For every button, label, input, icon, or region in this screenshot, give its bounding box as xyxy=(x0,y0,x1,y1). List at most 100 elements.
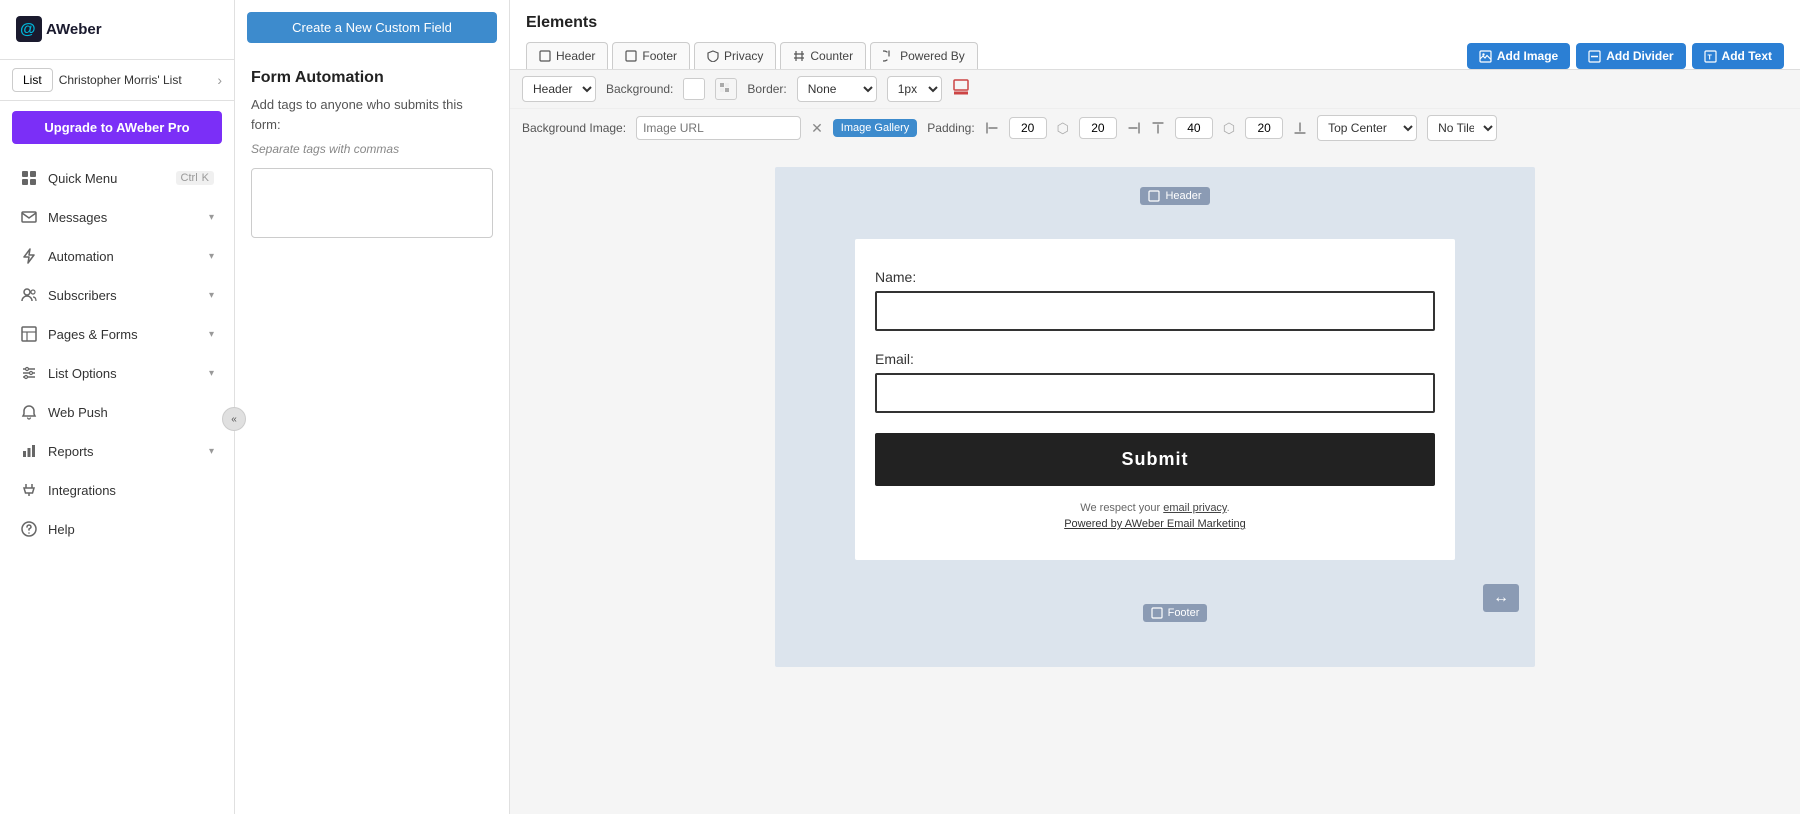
name-field-input[interactable] xyxy=(875,291,1435,331)
list-name: Christopher Morris' List xyxy=(59,73,212,87)
shield-icon xyxy=(707,50,719,62)
sidebar-item-label: Messages xyxy=(48,210,107,225)
form-automation-title: Form Automation xyxy=(235,53,509,95)
padding-left-input[interactable]: 20 xyxy=(1009,117,1047,139)
elements-tabs: Header Footer Privacy Counter xyxy=(526,42,978,69)
border-width-selector[interactable]: 1px xyxy=(887,76,942,102)
quick-menu-badge: CtrlK xyxy=(176,171,214,185)
list-button[interactable]: List xyxy=(12,68,53,92)
sidebar-item-web-push[interactable]: Web Push xyxy=(4,393,230,431)
form-canvas-container: Header Name: Email: Submit xyxy=(510,147,1800,814)
sidebar-item-pages-forms[interactable]: Pages & Forms ▾ xyxy=(4,315,230,353)
padding-right-icon xyxy=(1127,121,1141,135)
form-automation-note: Separate tags with commas xyxy=(235,142,509,168)
grid-icon xyxy=(20,169,38,187)
header-label[interactable]: Header xyxy=(1140,187,1209,205)
square-small-icon xyxy=(1151,607,1163,619)
border-color-button[interactable] xyxy=(952,78,970,101)
powered-by-link[interactable]: Powered by AWeber Email Marketing xyxy=(1064,518,1246,530)
tab-privacy[interactable]: Privacy xyxy=(694,42,776,69)
tab-footer[interactable]: Footer xyxy=(612,42,690,69)
background-image-label: Background Image: xyxy=(522,121,626,135)
list-selector[interactable]: List Christopher Morris' List › xyxy=(0,60,234,101)
sidebar-item-label: List Options xyxy=(48,366,117,381)
border-style-selector[interactable]: None xyxy=(797,76,877,102)
padding-left-icon xyxy=(985,121,999,135)
footer-block: Footer ↔ xyxy=(775,570,1535,626)
background-color-swatch[interactable] xyxy=(683,78,705,100)
tab-header[interactable]: Header xyxy=(526,42,608,69)
tile-selector[interactable]: No Tile xyxy=(1427,115,1497,141)
email-label: Email: xyxy=(875,351,1435,367)
resize-handle-button[interactable]: ↔ xyxy=(1483,584,1519,612)
padding-right-input[interactable]: 20 xyxy=(1079,117,1117,139)
sidebar-item-subscribers[interactable]: Subscribers ▾ xyxy=(4,276,230,314)
logo-container: @ AWeber xyxy=(0,0,234,60)
bell-icon xyxy=(20,403,38,421)
name-label: Name: xyxy=(875,269,1435,285)
privacy-link[interactable]: email privacy xyxy=(1163,502,1226,514)
background-pattern-button[interactable] xyxy=(715,78,737,100)
sidebar-collapse-button[interactable]: « xyxy=(222,407,246,431)
color-picker-icon xyxy=(952,78,970,96)
zap-icon xyxy=(20,247,38,265)
people-icon xyxy=(20,286,38,304)
tab-powered-by[interactable]: Powered By xyxy=(870,42,978,69)
create-field-container: Create a New Custom Field xyxy=(235,0,509,53)
clear-image-button[interactable]: ✕ xyxy=(811,120,823,137)
tab-header-label: Header xyxy=(556,49,595,63)
form-automation-section: Form Automation Add tags to anyone who s… xyxy=(235,53,509,241)
form-footer-area xyxy=(775,570,1535,600)
elements-title: Elements xyxy=(526,14,1784,32)
elements-header: Elements Header Footer Privacy xyxy=(510,0,1800,70)
add-text-button[interactable]: T Add Text xyxy=(1692,43,1784,69)
sidebar-item-messages[interactable]: Messages ▾ xyxy=(4,198,230,236)
create-custom-field-button[interactable]: Create a New Custom Field xyxy=(247,12,497,43)
sidebar-item-quick-menu[interactable]: Quick Menu CtrlK xyxy=(4,159,230,197)
sidebar-item-list-options[interactable]: List Options ▾ xyxy=(4,354,230,392)
section-selector[interactable]: Header xyxy=(522,76,596,102)
sidebar-item-label: Subscribers xyxy=(48,288,117,303)
add-divider-label: Add Divider xyxy=(1606,49,1673,63)
tab-counter[interactable]: Counter xyxy=(780,42,866,69)
sliders-icon xyxy=(20,364,38,382)
padding-divider-icon: ⬡ xyxy=(1057,120,1069,137)
sidebar-item-automation[interactable]: Automation ▾ xyxy=(4,237,230,275)
sidebar-item-help[interactable]: Help xyxy=(4,510,230,548)
properties-row2: Background Image: ✕ Image Gallery Paddin… xyxy=(510,109,1800,147)
upgrade-button[interactable]: Upgrade to AWeber Pro xyxy=(12,111,222,144)
sidebar-item-label: Pages & Forms xyxy=(48,327,138,342)
sidebar-item-reports[interactable]: Reports ▾ xyxy=(4,432,230,470)
layout-icon xyxy=(20,325,38,343)
add-divider-button[interactable]: Add Divider xyxy=(1576,43,1685,69)
add-text-label: Add Text xyxy=(1722,49,1772,63)
alignment-selector[interactable]: Top Center xyxy=(1317,115,1417,141)
image-icon xyxy=(1479,50,1492,63)
sidebar-item-label: Web Push xyxy=(48,405,108,420)
image-gallery-button[interactable]: Image Gallery xyxy=(833,119,917,137)
email-field-container: Email: xyxy=(875,351,1435,433)
sidebar: @ AWeber List Christopher Morris' List ›… xyxy=(0,0,235,814)
sidebar-item-label: Integrations xyxy=(48,483,116,498)
add-image-button[interactable]: Add Image xyxy=(1467,43,1570,69)
minus-icon xyxy=(1588,50,1601,63)
svg-text:@: @ xyxy=(20,21,36,38)
footer-label[interactable]: Footer xyxy=(1143,604,1208,622)
sidebar-item-integrations[interactable]: Integrations xyxy=(4,471,230,509)
properties-bar: Header Background: Border: None 1px xyxy=(510,70,1800,147)
chevron-down-icon: ▾ xyxy=(209,368,214,379)
padding-top-input[interactable]: 40 xyxy=(1175,117,1213,139)
powered-by-text: Powered by AWeber Email Marketing xyxy=(875,518,1435,530)
properties-row1: Header Background: Border: None 1px xyxy=(510,70,1800,109)
submit-button[interactable]: Submit xyxy=(875,433,1435,486)
email-field-input[interactable] xyxy=(875,373,1435,413)
padding-divider2-icon: ⬡ xyxy=(1223,120,1235,137)
privacy-text: We respect your email privacy. xyxy=(875,502,1435,514)
background-label: Background: xyxy=(606,82,673,96)
form-header-area xyxy=(775,209,1535,239)
padding-bottom-input[interactable]: 20 xyxy=(1245,117,1283,139)
chevron-down-icon: ▾ xyxy=(209,329,214,340)
tags-textarea[interactable] xyxy=(251,168,493,238)
image-url-input[interactable] xyxy=(636,116,801,140)
list-arrow-icon[interactable]: › xyxy=(217,72,222,88)
